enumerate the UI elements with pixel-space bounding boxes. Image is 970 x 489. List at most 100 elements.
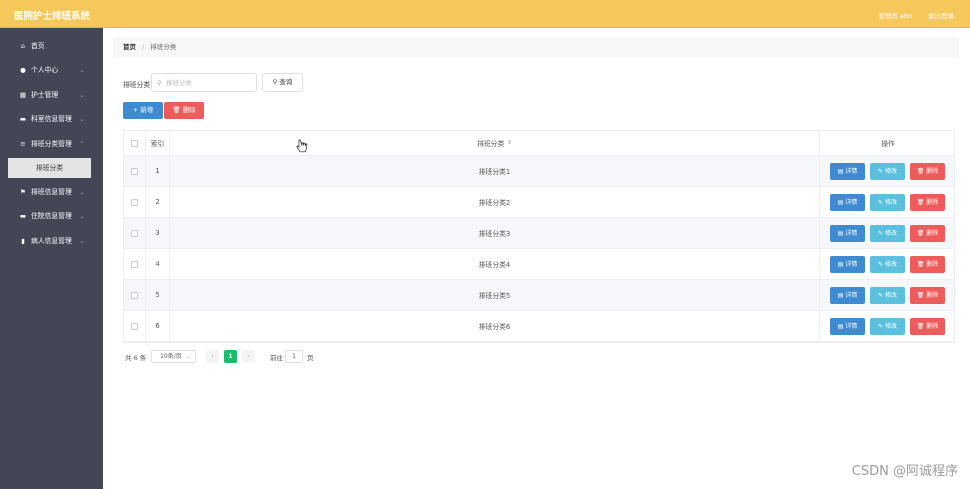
- edit-label: 修改: [884, 323, 897, 330]
- delete-label: 删除: [926, 199, 939, 206]
- sidebar-item-home[interactable]: ⌂ 首页: [0, 34, 103, 58]
- detail-button[interactable]: ▤ 详情: [830, 318, 865, 335]
- trash-icon: 🗑: [172, 106, 183, 114]
- header-ops: 操作: [881, 140, 895, 148]
- edit-button[interactable]: ✎ 修改: [870, 163, 905, 180]
- row-ops: ▤ 详情 ✎ 修改 🗑 删除: [820, 187, 956, 217]
- edit-button[interactable]: ✎ 修改: [870, 225, 905, 242]
- row-checkbox[interactable]: [131, 167, 138, 175]
- top-navbar: 医院护士排班系统 管理员 abo 退出登录: [0, 0, 970, 28]
- query-button[interactable]: ⚲ 查询: [262, 73, 303, 92]
- detail-label: 详情: [845, 230, 858, 237]
- delete-button[interactable]: 🗑 删除: [910, 256, 945, 273]
- search-input[interactable]: [166, 76, 254, 89]
- row-name: 排班分类2: [170, 187, 820, 217]
- header-name[interactable]: 排班分类 ⇕: [170, 131, 820, 155]
- table-row: 5 排班分类5 ▤ 详情 ✎ 修改 🗑 删除: [124, 280, 954, 311]
- detail-label: 详情: [845, 261, 858, 268]
- hand-cursor-icon: [296, 139, 308, 153]
- search-icon: ⚲: [157, 79, 162, 87]
- delete-button[interactable]: 🗑 删除: [910, 194, 945, 211]
- chevron-down-icon: ⌄: [79, 66, 85, 75]
- breadcrumb-home[interactable]: 首页: [123, 43, 136, 51]
- row-select-cell: [124, 156, 146, 186]
- breadcrumb-separator: /: [142, 43, 145, 51]
- detail-button[interactable]: ▤ 详情: [830, 194, 865, 211]
- delete-label: 删除: [926, 292, 939, 299]
- page-size-value: 10条/页: [160, 353, 182, 360]
- query-button-label: 查询: [279, 78, 293, 86]
- page-number-current[interactable]: 1: [224, 350, 237, 363]
- sidebar-item-schedule-info-management[interactable]: ⚑ 排班信息管理 ⌄: [0, 180, 103, 204]
- row-checkbox[interactable]: [131, 229, 138, 237]
- row-checkbox[interactable]: [131, 322, 138, 330]
- detail-label: 详情: [845, 168, 858, 175]
- select-all-cell: [124, 131, 146, 155]
- row-ops: ▤ 详情 ✎ 修改 🗑 删除: [820, 249, 956, 279]
- delete-button[interactable]: 🗑 删除: [910, 163, 945, 180]
- row-select-cell: [124, 249, 146, 279]
- detail-button[interactable]: ▤ 详情: [830, 256, 865, 273]
- delete-button[interactable]: 🗑 删除: [910, 287, 945, 304]
- add-button[interactable]: + 新增: [123, 102, 163, 119]
- edit-icon: ✎: [878, 230, 885, 237]
- chevron-down-icon: ⌄: [79, 90, 85, 99]
- edit-button[interactable]: ✎ 修改: [870, 256, 905, 273]
- row-ops: ▤ 详情 ✎ 修改 🗑 删除: [820, 156, 956, 186]
- sort-icon[interactable]: ⇕: [507, 140, 512, 146]
- detail-button[interactable]: ▤ 详情: [830, 225, 865, 242]
- pagination: 共 6 条 10条/页 ⌄ ‹ 1 › 前往 1 页: [123, 350, 423, 364]
- edit-label: 修改: [884, 261, 897, 268]
- row-ops: ▤ 详情 ✎ 修改 🗑 删除: [820, 280, 956, 310]
- table-row: 6 排班分类6 ▤ 详情 ✎ 修改 🗑 删除: [124, 311, 954, 342]
- flag-icon: ⚑: [20, 187, 26, 196]
- edit-label: 修改: [884, 292, 897, 299]
- edit-button[interactable]: ✎ 修改: [870, 194, 905, 211]
- chevron-down-icon: ⌄: [185, 353, 191, 360]
- goto-page-input[interactable]: 1: [285, 350, 303, 363]
- sidebar-item-patient-info-management[interactable]: ▮ 病人信息管理 ⌄: [0, 229, 103, 253]
- chevron-down-icon: ⌄: [79, 236, 85, 245]
- detail-label: 详情: [845, 292, 858, 299]
- detail-button[interactable]: ▤ 详情: [830, 287, 865, 304]
- chevron-down-icon: ⌄: [79, 212, 85, 221]
- admin-user-label: 管理员 abo: [878, 12, 912, 20]
- trash-icon: 🗑: [916, 230, 927, 237]
- page-size-select[interactable]: 10条/页 ⌄: [151, 350, 196, 363]
- row-checkbox[interactable]: [131, 198, 138, 206]
- delete-button-label: 删除: [182, 106, 196, 114]
- row-checkbox[interactable]: [131, 260, 138, 268]
- row-checkbox[interactable]: [131, 291, 138, 299]
- delete-button[interactable]: 🗑 删除: [910, 318, 945, 335]
- batch-delete-button[interactable]: 🗑 删除: [164, 102, 204, 119]
- row-index: 6: [146, 311, 170, 341]
- sidebar-item-inpatient-info-management[interactable]: ▬ 住院信息管理 ⌄: [0, 204, 103, 228]
- sidebar-item-label: 排班信息管理: [31, 187, 72, 196]
- watermark: CSDN @阿诚程序: [851, 464, 958, 479]
- sidebar-item-department-management[interactable]: ▬ 科室信息管理 ⌄: [0, 107, 103, 131]
- search-input-wrapper[interactable]: ⚲: [151, 73, 257, 92]
- logout-link[interactable]: 退出登录: [928, 10, 954, 20]
- sidebar-item-nurse-management[interactable]: ▦ 护士管理 ⌄: [0, 83, 103, 107]
- edit-button[interactable]: ✎ 修改: [870, 318, 905, 335]
- sidebar-subitem-schedule-category[interactable]: 排班分类: [8, 157, 91, 178]
- chevron-right-icon: ›: [247, 352, 250, 360]
- select-all-checkbox[interactable]: [131, 139, 138, 147]
- breadcrumb-current: 排班分类: [150, 43, 177, 51]
- row-select-cell: [124, 187, 146, 217]
- delete-button[interactable]: 🗑 删除: [910, 225, 945, 242]
- trash-icon: 🗑: [916, 292, 927, 299]
- page-unit-label: 页: [307, 354, 314, 362]
- sidebar-item-label: 护士管理: [31, 90, 59, 99]
- next-page-button[interactable]: ›: [242, 350, 255, 363]
- edit-button[interactable]: ✎ 修改: [870, 287, 905, 304]
- edit-icon: ✎: [878, 168, 885, 175]
- search-label: 排班分类: [123, 81, 151, 89]
- table-row: 1 排班分类1 ▤ 详情 ✎ 修改 🗑 删除: [124, 156, 954, 187]
- row-index: 3: [146, 218, 170, 248]
- detail-button[interactable]: ▤ 详情: [830, 163, 865, 180]
- sidebar-item-schedule-category-management[interactable]: ≡ 排班分类管理 ⌃: [0, 132, 103, 156]
- sidebar-item-personal-center[interactable]: ● 个人中心 ⌄: [0, 58, 103, 82]
- prev-page-button[interactable]: ‹: [206, 350, 219, 363]
- trash-icon: 🗑: [916, 261, 927, 268]
